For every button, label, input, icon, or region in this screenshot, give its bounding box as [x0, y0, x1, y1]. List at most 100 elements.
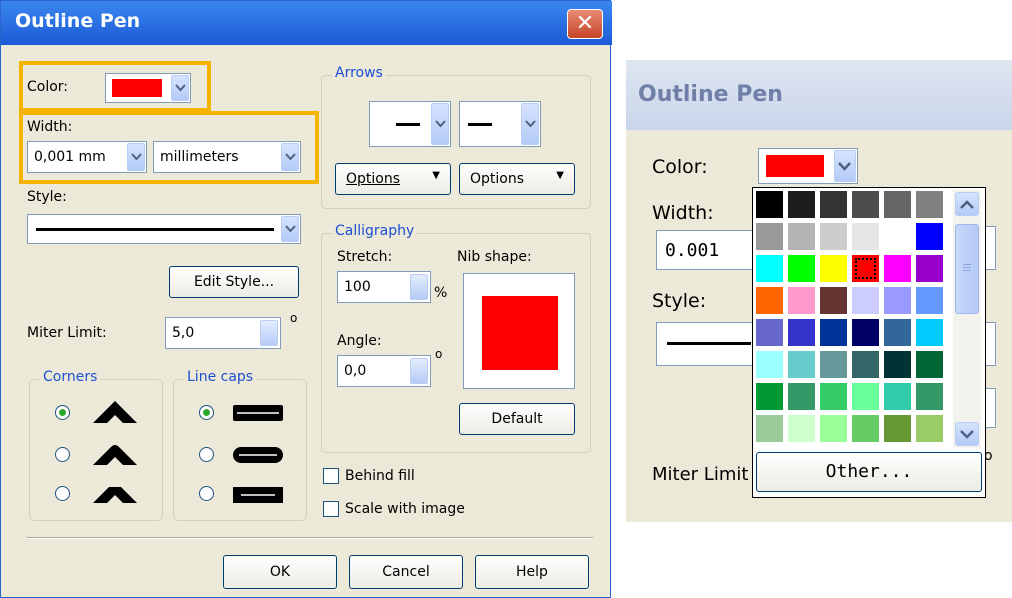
palette-swatch[interactable] [787, 222, 816, 251]
palette-swatch[interactable] [755, 350, 784, 379]
palette-swatch[interactable] [819, 286, 848, 315]
start-arrow-combo[interactable] [369, 101, 451, 147]
palette-swatch[interactable] [883, 318, 912, 347]
palette-swatch[interactable] [851, 286, 880, 315]
palette-swatch[interactable] [851, 222, 880, 251]
width-dropdown-arrow[interactable] [127, 143, 145, 171]
palette-swatch[interactable] [755, 222, 784, 251]
inset-title: Outline Pen [638, 82, 783, 107]
inset-color-dropdown-arrow[interactable] [834, 150, 856, 182]
palette-swatch[interactable] [787, 318, 816, 347]
palette-swatch[interactable] [755, 414, 784, 443]
palette-swatch[interactable] [787, 382, 816, 411]
color-picker-button[interactable] [105, 73, 191, 103]
ok-button[interactable]: OK [223, 555, 337, 589]
corner-bevel-radio[interactable] [55, 486, 70, 501]
palette-swatch[interactable] [883, 222, 912, 251]
cap-round-icon [233, 447, 283, 463]
palette-swatch[interactable] [915, 414, 944, 443]
palette-swatch[interactable] [915, 190, 944, 219]
palette-swatch[interactable] [787, 286, 816, 315]
palette-swatch[interactable] [851, 350, 880, 379]
end-arrow-combo[interactable] [459, 101, 541, 147]
cancel-button[interactable]: Cancel [349, 555, 463, 589]
corner-round-radio[interactable] [55, 447, 70, 462]
palette-swatch[interactable] [883, 190, 912, 219]
inset-width-combo[interactable]: 0.001 [656, 230, 756, 270]
palette-swatch[interactable] [819, 414, 848, 443]
palette-swatch[interactable] [915, 350, 944, 379]
palette-swatch[interactable] [755, 382, 784, 411]
inset-color-picker-button[interactable] [758, 148, 858, 184]
cap-square-radio[interactable] [199, 486, 214, 501]
palette-swatch-selected[interactable] [851, 254, 880, 283]
corner-miter-radio[interactable] [55, 405, 70, 420]
palette-swatch[interactable] [915, 286, 944, 315]
palette-scrollbar[interactable] [953, 190, 981, 448]
palette-swatch-grid [755, 190, 951, 448]
width-combo[interactable]: 0,001 mm [27, 141, 147, 173]
cap-round-radio[interactable] [199, 447, 214, 462]
palette-swatch[interactable] [819, 382, 848, 411]
scroll-thumb[interactable] [955, 224, 979, 314]
palette-swatch[interactable] [851, 414, 880, 443]
palette-swatch[interactable] [883, 382, 912, 411]
palette-swatch[interactable] [755, 254, 784, 283]
palette-swatch[interactable] [883, 414, 912, 443]
chevron-down-icon [175, 84, 186, 92]
palette-swatch[interactable] [819, 190, 848, 219]
miter-spinner[interactable] [260, 320, 278, 346]
palette-swatch[interactable] [915, 254, 944, 283]
palette-swatch[interactable] [787, 350, 816, 379]
palette-swatch[interactable] [883, 350, 912, 379]
palette-swatch[interactable] [787, 414, 816, 443]
cap-butt-icon [233, 405, 283, 421]
end-arrow-dropdown[interactable] [521, 103, 539, 145]
palette-swatch[interactable] [787, 190, 816, 219]
width-label: Width: [27, 119, 73, 135]
cap-butt-radio[interactable] [199, 405, 214, 420]
palette-swatch[interactable] [851, 190, 880, 219]
palette-swatch[interactable] [883, 286, 912, 315]
unit-dropdown-arrow[interactable] [281, 143, 299, 171]
palette-swatch[interactable] [755, 318, 784, 347]
behind-fill-checkbox[interactable] [323, 468, 339, 484]
palette-swatch[interactable] [755, 190, 784, 219]
angle-spinner[interactable] [410, 358, 428, 384]
start-arrow-dropdown[interactable] [431, 103, 449, 145]
palette-swatch[interactable] [851, 382, 880, 411]
close-button[interactable]: ✕ [567, 9, 603, 39]
edit-style-button[interactable]: Edit Style... [169, 266, 299, 298]
default-button[interactable]: Default [459, 403, 575, 435]
dialog-title: Outline Pen [15, 10, 141, 32]
palette-swatch[interactable] [915, 222, 944, 251]
palette-swatch[interactable] [819, 318, 848, 347]
stretch-spinner[interactable] [410, 274, 428, 300]
stretch-input[interactable]: 100 [337, 271, 431, 303]
options-end-button[interactable]: Options ▼ [459, 163, 575, 195]
options-start-button[interactable]: Options ▼ [335, 163, 451, 195]
palette-swatch[interactable] [851, 318, 880, 347]
inset-style-combo[interactable] [656, 322, 756, 366]
help-button[interactable]: Help [475, 555, 589, 589]
palette-swatch[interactable] [883, 254, 912, 283]
miter-limit-input[interactable]: 5,0 [165, 317, 281, 349]
chevron-down-icon [285, 225, 296, 233]
scroll-down-button[interactable] [955, 422, 979, 446]
palette-swatch[interactable] [755, 286, 784, 315]
width-unit-combo[interactable]: millimeters [153, 141, 301, 173]
palette-swatch[interactable] [819, 350, 848, 379]
palette-swatch[interactable] [819, 254, 848, 283]
scale-with-image-checkbox[interactable] [323, 501, 339, 517]
palette-swatch[interactable] [915, 382, 944, 411]
scroll-up-button[interactable] [955, 192, 979, 216]
nib-shape-preview[interactable] [463, 273, 575, 389]
palette-swatch[interactable] [915, 318, 944, 347]
palette-swatch[interactable] [819, 222, 848, 251]
angle-input[interactable]: 0,0 [337, 355, 431, 387]
other-color-button[interactable]: Other... [756, 452, 982, 492]
palette-swatch[interactable] [787, 254, 816, 283]
line-style-combo[interactable] [27, 214, 301, 244]
color-dropdown-arrow[interactable] [171, 75, 189, 101]
style-dropdown-arrow[interactable] [281, 216, 299, 242]
